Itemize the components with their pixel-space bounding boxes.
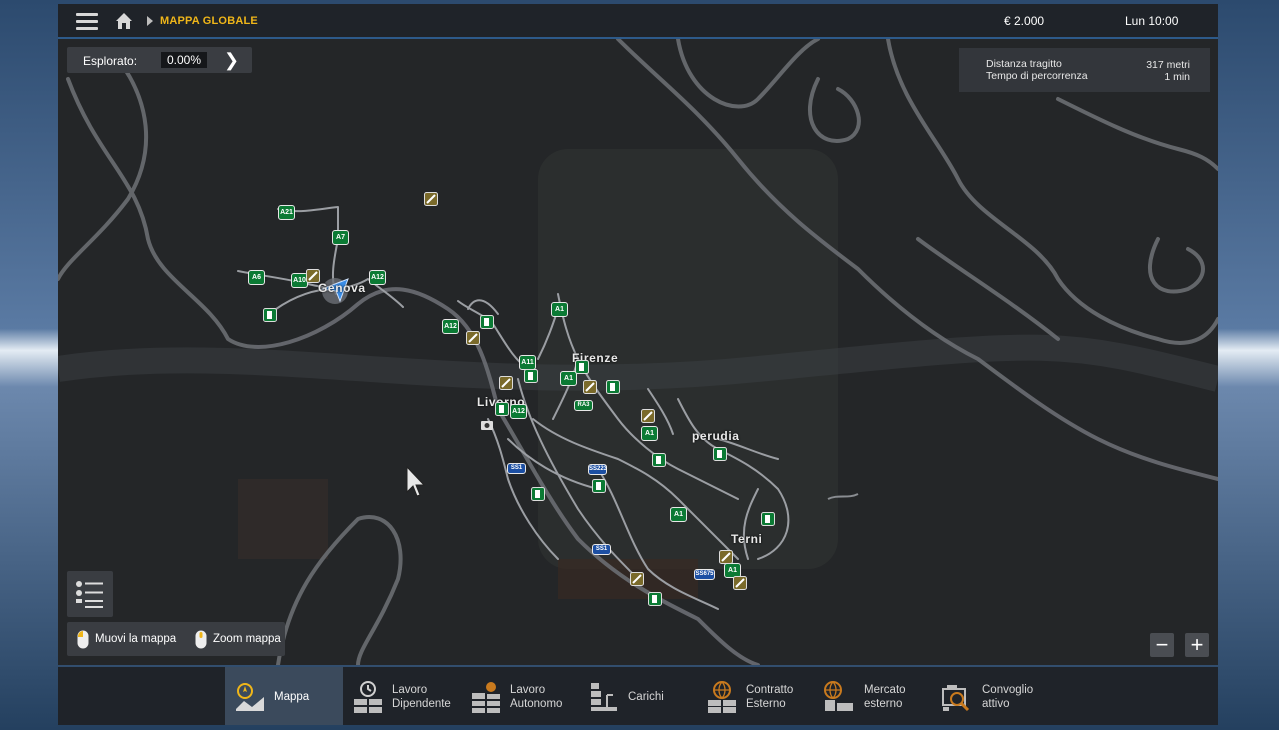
- map-controls-hint: Muovi la mappa Zoom mappa: [67, 622, 285, 656]
- tab-label: attivo: [982, 698, 1010, 710]
- city-label[interactable]: Genova: [318, 281, 366, 295]
- travel-time-label: Tempo di percorrenza: [986, 70, 1088, 82]
- gas-station-icon[interactable]: [761, 512, 775, 526]
- globe-boxes-icon: [708, 681, 736, 713]
- highway-shield: A11: [519, 355, 536, 370]
- tab-lavoro-autonomo[interactable]: Lavoro Autonomo: [461, 667, 579, 725]
- tab-label: Mercato: [864, 684, 906, 696]
- camera-icon[interactable]: [481, 419, 493, 430]
- tab-mappa[interactable]: Mappa: [225, 667, 343, 725]
- gas-station-icon[interactable]: [480, 315, 494, 329]
- highway-shield: A12: [369, 270, 386, 285]
- route-info-panel: Distanza tragitto 317 metri Tempo di per…: [959, 48, 1210, 92]
- highway-shield: A7: [332, 230, 349, 245]
- distance-label: Distanza tragitto: [986, 58, 1062, 70]
- chevron-right-icon: [147, 16, 153, 26]
- person-boxes-icon: [472, 682, 500, 713]
- tab-label: Autonomo: [510, 698, 563, 710]
- distance-value: 317 metri: [1146, 59, 1190, 71]
- highway-shield: A1: [670, 507, 687, 522]
- garage-icon[interactable]: [499, 376, 513, 390]
- home-icon[interactable]: [115, 12, 133, 30]
- explored-label: Esplorato:: [83, 54, 138, 68]
- gas-station-icon[interactable]: [495, 402, 509, 416]
- road-shield: SS1: [507, 463, 526, 474]
- tab-label: Dipendente: [392, 698, 451, 710]
- tab-label: Lavoro: [510, 684, 546, 696]
- gas-station-icon[interactable]: [606, 380, 620, 394]
- tab-label: Carichi: [628, 691, 664, 703]
- road-shield: RA3: [574, 400, 593, 411]
- clock-boxes-icon: [354, 681, 382, 713]
- gas-station-icon[interactable]: [648, 592, 662, 606]
- zoom-in-button[interactable]: +: [1185, 633, 1209, 657]
- city-label[interactable]: perudia: [692, 429, 740, 443]
- gas-station-icon[interactable]: [263, 308, 277, 322]
- explored-panel: Esplorato: 0.00% ❯: [67, 47, 252, 73]
- tab-label: Mappa: [274, 691, 310, 703]
- tab-label: esterno: [864, 698, 903, 710]
- highway-shield: A21: [278, 205, 295, 220]
- zoom-map-label: Zoom mappa: [213, 633, 281, 645]
- money-display: € 2.000: [1004, 14, 1045, 28]
- garage-icon[interactable]: [630, 572, 644, 586]
- gas-station-icon[interactable]: [713, 447, 727, 461]
- tab-lavoro-dipendente[interactable]: Lavoro Dipendente: [343, 667, 461, 725]
- globe-truck-icon: [824, 681, 853, 711]
- gas-station-icon[interactable]: [531, 487, 545, 501]
- highway-shield: A12: [510, 404, 527, 419]
- road-shield: SS223: [588, 464, 607, 475]
- map-icon: [236, 683, 264, 711]
- zoom-out-button[interactable]: −: [1150, 633, 1174, 657]
- highway-shield: A1: [641, 426, 658, 441]
- tab-label: Contratto: [746, 684, 794, 696]
- highway-shield: A12: [442, 319, 459, 334]
- highway-shield: A1: [551, 302, 568, 317]
- garage-icon[interactable]: [733, 576, 747, 590]
- mouse-left-icon: [77, 630, 89, 649]
- convoy-icon: [942, 685, 970, 712]
- legend-list-icon: [76, 581, 103, 608]
- road-shield: SS675: [694, 569, 715, 580]
- game-time: Lun 10:00: [1125, 14, 1179, 28]
- garage-icon[interactable]: [306, 269, 320, 283]
- tab-label: Lavoro: [392, 684, 428, 696]
- bottom-nav: Mappa Lavoro Dipendente Lavoro Autonomo …: [58, 667, 1218, 725]
- menu-icon[interactable]: [76, 9, 98, 34]
- chevron-right-icon[interactable]: ❯: [224, 50, 239, 71]
- top-bar: MAPPA GLOBALE € 2.000 Lun 10:00: [58, 4, 1218, 39]
- mouse-wheel-icon: [195, 630, 207, 649]
- tab-mercato-esterno[interactable]: Mercato esterno: [815, 667, 933, 725]
- gas-station-icon[interactable]: [592, 479, 606, 493]
- map-view[interactable]: Genova Firenze Livorno perudia Terni A21…: [58, 39, 1218, 665]
- gas-station-icon[interactable]: [652, 453, 666, 467]
- city-label[interactable]: Terni: [731, 532, 762, 546]
- road-shield: SS1: [592, 544, 611, 555]
- move-map-label: Muovi la mappa: [95, 633, 177, 645]
- garage-icon[interactable]: [424, 192, 438, 206]
- travel-time-value: 1 min: [1164, 71, 1190, 83]
- highway-shield: A6: [248, 270, 265, 285]
- explored-value: 0.00%: [161, 52, 207, 68]
- gas-station-icon[interactable]: [524, 369, 538, 383]
- cargo-icon: [591, 683, 617, 711]
- legend-button[interactable]: [67, 571, 113, 617]
- garage-icon[interactable]: [719, 550, 733, 564]
- tab-carichi[interactable]: Carichi: [579, 667, 697, 725]
- tab-label: Convoglio: [982, 684, 1034, 696]
- tab-convoglio-attivo[interactable]: Convoglio attivo: [933, 667, 1051, 725]
- garage-icon[interactable]: [466, 331, 480, 345]
- breadcrumb[interactable]: MAPPA GLOBALE: [160, 15, 258, 27]
- mouse-cursor-icon: [406, 466, 426, 497]
- tab-label: Esterno: [746, 698, 786, 710]
- garage-icon[interactable]: [583, 380, 597, 394]
- gas-station-icon[interactable]: [575, 360, 589, 374]
- garage-icon[interactable]: [641, 409, 655, 423]
- tab-contratto-esterno[interactable]: Contratto Esterno: [697, 667, 815, 725]
